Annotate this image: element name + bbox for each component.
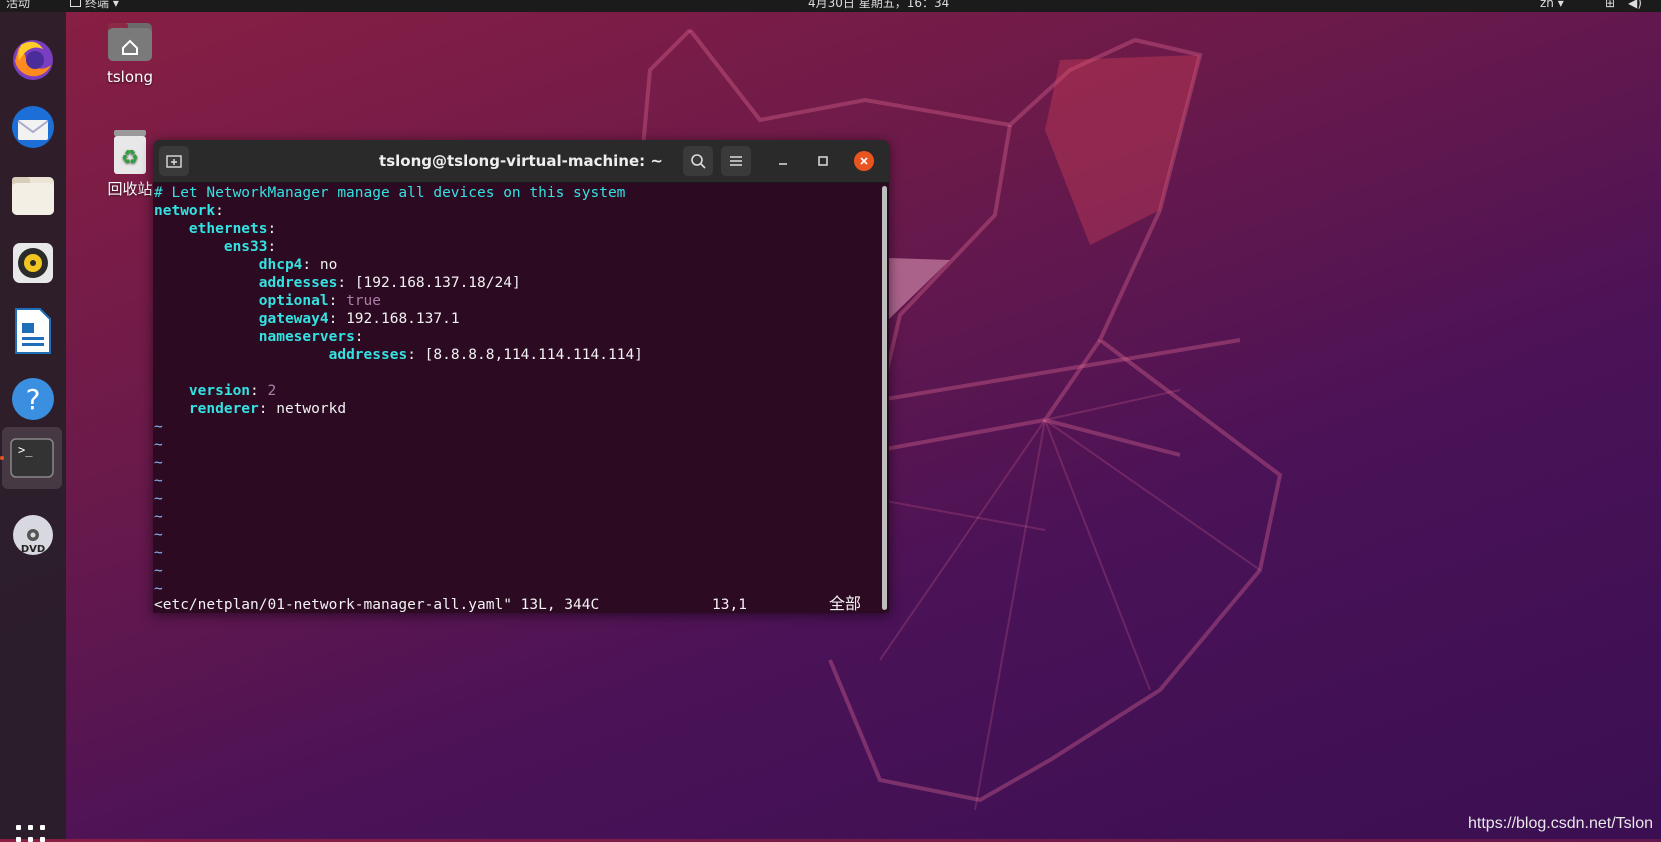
help-launcher[interactable]: ? [6, 372, 60, 426]
yaml-comment: # Let NetworkManager manage all devices … [154, 185, 626, 201]
vim-status-scroll: 全部 [829, 594, 862, 613]
show-apps-button[interactable] [16, 825, 46, 842]
yaml-key: nameservers [258, 329, 355, 345]
close-button[interactable] [854, 151, 874, 171]
yaml-key: addresses [258, 275, 338, 291]
svg-text:>_: >_ [18, 443, 33, 457]
network-icon[interactable]: ⊞ [1605, 0, 1615, 9]
yaml-value: [8.8.8.8,114.114.114.114] [424, 347, 643, 363]
firefox-icon [13, 40, 53, 80]
vim-status-position: 13,1 [712, 597, 747, 613]
yaml-key: renderer [188, 401, 259, 417]
yaml-key: ens33 [223, 239, 268, 255]
watermark: https://blog.csdn.net/Tslon [1468, 815, 1653, 832]
home-folder-icon [108, 23, 152, 61]
terminal-icon: >_ [10, 438, 54, 478]
yaml-value: [192.168.137.18/24] [354, 275, 521, 291]
yaml-key: addresses [328, 347, 408, 363]
svg-text:♻: ♻ [121, 145, 139, 169]
desktop-home-folder[interactable]: tslong [100, 20, 160, 86]
close-icon [860, 157, 868, 165]
writer-launcher[interactable] [6, 304, 60, 358]
yaml-line-nameservers: nameservers: [258, 329, 364, 345]
home-folder-label: tslong [106, 68, 154, 86]
yaml-line-optional: optional: true [258, 293, 381, 309]
dock: ? >_ DVD [0, 12, 66, 842]
search-button[interactable] [683, 146, 713, 176]
maximize-button[interactable] [813, 151, 833, 171]
yaml-value: 2 [267, 383, 277, 399]
yaml-value: 192.168.137.1 [346, 311, 460, 327]
menu-button[interactable] [721, 146, 751, 176]
new-tab-icon [166, 155, 182, 168]
yaml-key: optional [258, 293, 329, 309]
app-menu-icon [70, 0, 81, 7]
yaml-value: true [346, 293, 381, 309]
dvd-icon: DVD [13, 515, 53, 555]
yaml-line-renderer: renderer: networkd [188, 401, 347, 417]
files-icon [12, 177, 54, 215]
yaml-key: network [154, 203, 216, 219]
trash-label: 回收站 [107, 180, 153, 198]
terminal-headerbar[interactable]: tslong@tslong-virtual-machine: ~ [153, 140, 889, 183]
yaml-value: networkd [276, 401, 347, 417]
yaml-line-network: network: [154, 203, 224, 219]
yaml-line-ens33: ens33: [223, 239, 277, 255]
yaml-line-ns-addresses: addresses: [8.8.8.8,114.114.114.114] [328, 347, 643, 363]
desktop-trash[interactable]: ♻ 回收站 [100, 128, 160, 199]
search-icon [691, 154, 706, 169]
minimize-button[interactable] [773, 151, 793, 171]
yaml-value: no [319, 257, 338, 273]
writer-icon [15, 308, 51, 354]
app-menu[interactable]: 终端 ▾ [70, 0, 119, 10]
vim-status-file: <etc/netplan/01-network-manager-all.yaml… [154, 597, 600, 613]
dvd-launcher[interactable]: DVD [6, 508, 60, 562]
yaml-key: ethernets [188, 221, 268, 237]
vim-empty-line: ~ [154, 527, 163, 543]
vim-empty-line: ~ [154, 455, 163, 471]
yaml-key: version [188, 383, 251, 399]
files-launcher[interactable] [6, 168, 60, 222]
yaml-line-ethernets: ethernets: [188, 221, 277, 237]
vim-empty-line: ~ [154, 419, 163, 435]
clock[interactable]: 4月30日 星期五，16：34 [808, 0, 949, 9]
vim-empty-line: ~ [154, 545, 163, 561]
thunderbird-launcher[interactable] [6, 100, 60, 154]
vim-empty-line: ~ [154, 509, 163, 525]
svg-text:?: ? [26, 383, 41, 416]
terminal-scrollbar[interactable] [882, 186, 887, 610]
terminal-content[interactable]: # Let NetworkManager manage all devices … [153, 182, 878, 613]
yaml-line-gateway4: gateway4: 192.168.137.1 [258, 311, 460, 327]
trash-icon: ♻ [114, 130, 146, 174]
vim-empty-line: ~ [154, 491, 163, 507]
yaml-line-addresses: addresses: [192.168.137.18/24] [258, 275, 521, 291]
maximize-icon [818, 156, 828, 166]
active-indicator [0, 456, 4, 460]
yaml-key: dhcp4 [258, 257, 303, 273]
yaml-key: gateway4 [258, 311, 329, 327]
firefox-launcher[interactable] [6, 32, 60, 86]
new-tab-button[interactable] [159, 146, 189, 176]
input-method[interactable]: zh ▾ [1540, 0, 1564, 9]
rhythmbox-launcher[interactable] [6, 236, 60, 290]
vim-empty-line: ~ [154, 563, 163, 579]
hamburger-menu-icon [730, 156, 742, 166]
app-menu-label: 终端 ▾ [85, 0, 119, 10]
activities-button[interactable]: 活动 [6, 0, 30, 9]
volume-icon[interactable]: ◀) [1628, 0, 1642, 9]
yaml-line-dhcp4: dhcp4: no [258, 257, 338, 273]
rhythmbox-icon [13, 243, 53, 283]
vim-empty-line: ~ [154, 473, 163, 489]
top-bar: 活动 终端 ▾ 4月30日 星期五，16：34 zh ▾ ⊞ ◀) [0, 0, 1661, 12]
thunderbird-icon [12, 106, 54, 148]
minimize-icon [779, 163, 787, 165]
terminal-window[interactable]: tslong@tslong-virtual-machine: ~ # Let N… [153, 140, 889, 613]
vim-empty-line: ~ [154, 437, 163, 453]
help-icon: ? [12, 378, 54, 420]
svg-text:DVD: DVD [21, 544, 45, 555]
yaml-line-version: version: 2 [188, 383, 277, 399]
terminal-launcher[interactable]: >_ [2, 427, 62, 489]
